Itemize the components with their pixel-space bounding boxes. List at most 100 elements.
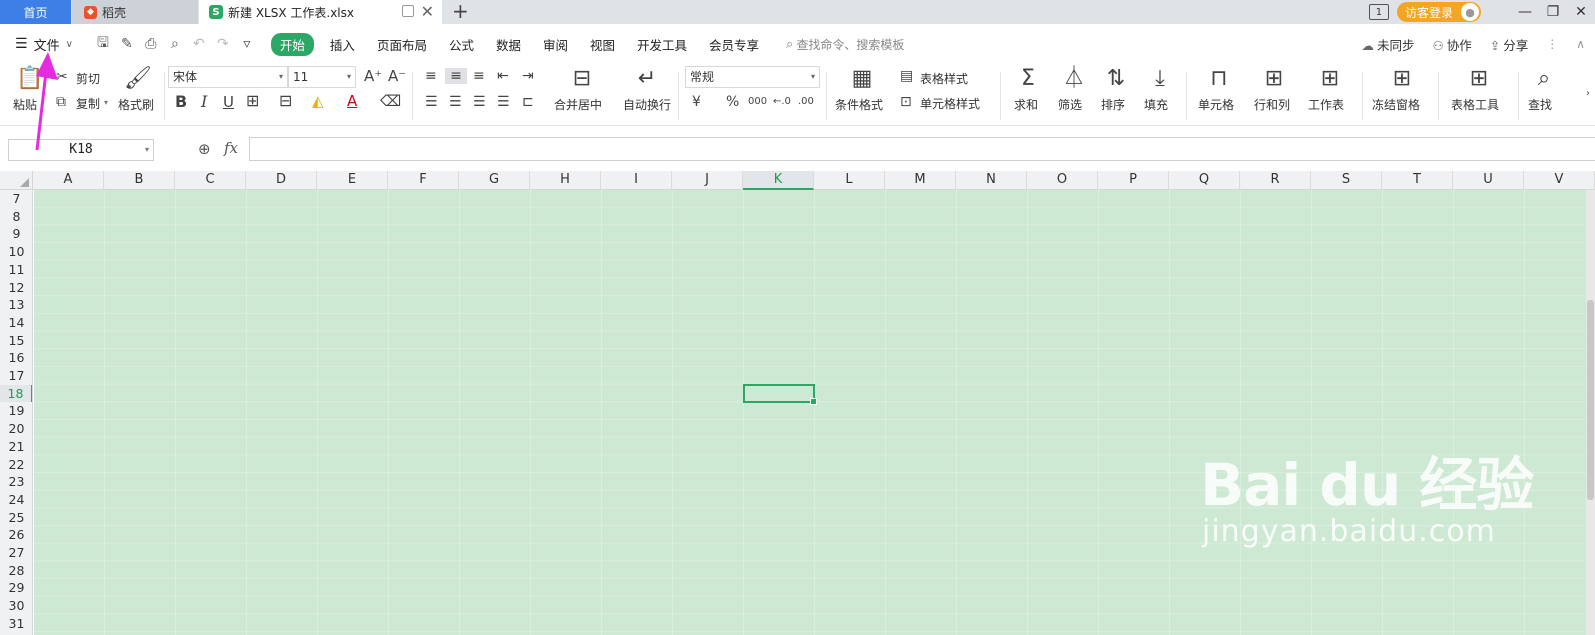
auto-wrap-button[interactable]: 自动换行 (623, 96, 671, 113)
column-header-o[interactable]: O (1027, 171, 1098, 190)
column-header-a[interactable]: A (33, 171, 104, 190)
column-header-n[interactable]: N (956, 171, 1027, 190)
column-header-k[interactable]: K (743, 171, 814, 190)
conditional-format-button[interactable]: 条件格式 (835, 96, 883, 113)
copy-dropdown-icon[interactable]: ▾ (104, 98, 108, 107)
tab-review[interactable]: 审阅 (543, 35, 568, 54)
tab-page-layout[interactable]: 页面布局 (377, 35, 427, 54)
row-header-29[interactable]: 29 (0, 579, 32, 597)
row-header-25[interactable]: 25 (0, 509, 32, 527)
format-painter-quick-icon[interactable]: ✎ (115, 36, 139, 52)
find-button[interactable]: 查找 (1528, 96, 1552, 113)
row-header-28[interactable]: 28 (0, 562, 32, 580)
scrollbar-thumb[interactable] (1587, 300, 1594, 500)
row-header-20[interactable]: 20 (0, 420, 32, 438)
vertical-scrollbar[interactable] (1586, 190, 1595, 635)
row-header-27[interactable]: 27 (0, 544, 32, 562)
column-header-m[interactable]: M (885, 171, 956, 190)
collaborate-button[interactable]: ⚇ 协作 (1432, 35, 1471, 54)
table-style-button[interactable]: 表格样式 (920, 70, 968, 87)
align-left-icon[interactable]: ☰ (425, 94, 438, 110)
thousands-separator-icon[interactable]: 000 (748, 94, 767, 110)
filter-button[interactable]: 筛选 (1058, 96, 1082, 113)
tab-member[interactable]: 会员专享 (709, 35, 759, 54)
tab-pin-icon[interactable] (402, 5, 414, 17)
tab-developer[interactable]: 开发工具 (637, 35, 687, 54)
zoom-search-icon[interactable]: ⊕ (198, 140, 211, 158)
row-header-24[interactable]: 24 (0, 491, 32, 509)
align-top-icon[interactable]: ≡ (425, 68, 437, 84)
italic-icon[interactable]: I (201, 94, 207, 110)
column-header-b[interactable]: B (104, 171, 175, 190)
row-header-18[interactable]: 18 (0, 384, 32, 403)
tab-data[interactable]: 数据 (496, 35, 521, 54)
row-header-11[interactable]: 11 (0, 261, 32, 279)
percent-icon[interactable]: % (726, 94, 739, 110)
column-header-p[interactable]: P (1098, 171, 1169, 190)
row-header-30[interactable]: 30 (0, 597, 32, 615)
fill-color-icon[interactable]: ◭ (312, 93, 324, 109)
row-header-8[interactable]: 8 (0, 208, 32, 226)
row-header-7[interactable]: 7 (0, 190, 32, 208)
cut-button[interactable]: 剪切 (76, 70, 100, 87)
select-all-corner[interactable] (0, 171, 33, 190)
selected-cell[interactable] (743, 383, 817, 406)
column-header-v[interactable]: V (1524, 171, 1595, 190)
freeze-panes-button[interactable]: 冻结窗格 (1372, 96, 1420, 113)
column-header-t[interactable]: T (1382, 171, 1453, 190)
eraser-icon[interactable]: ⌫ (380, 93, 401, 109)
row-header-14[interactable]: 14 (0, 314, 32, 332)
worksheet-button[interactable]: 工作表 (1308, 96, 1344, 113)
column-header-r[interactable]: R (1240, 171, 1311, 190)
command-search[interactable]: ⌕ 查找命令、搜索模板 (786, 36, 904, 53)
border-icon[interactable]: ⊞ (246, 93, 259, 109)
column-header-l[interactable]: L (814, 171, 885, 190)
indent-icon[interactable]: ⇥ (522, 68, 534, 84)
row-header-26[interactable]: 26 (0, 526, 32, 544)
close-window-icon[interactable]: ✕ (1567, 4, 1595, 20)
merge-center-button[interactable]: 合并居中 (554, 96, 602, 113)
decrease-decimal-icon[interactable]: .00 (798, 94, 814, 110)
share-button[interactable]: ⇪ 分享 (1490, 35, 1529, 54)
align-right-icon[interactable]: ☰ (473, 94, 486, 110)
copy-button[interactable]: 复制 (76, 95, 100, 112)
justify-icon[interactable]: ☰ (497, 94, 510, 110)
row-header-9[interactable]: 9 (0, 225, 32, 243)
fill-button[interactable]: 填充 (1144, 96, 1168, 113)
formula-input[interactable] (249, 137, 1595, 161)
format-painter-button[interactable]: 格式刷 (118, 96, 154, 113)
row-header-19[interactable]: 19 (0, 402, 32, 420)
underline-icon[interactable]: U (223, 94, 234, 110)
table-tools-button[interactable]: 表格工具 (1451, 96, 1499, 113)
font-color-icon[interactable]: A (347, 93, 357, 109)
tab-document[interactable]: S 新建 XLSX 工作表.xlsx ✕ (199, 0, 442, 24)
align-bottom-icon[interactable]: ≡ (473, 68, 485, 84)
column-header-h[interactable]: H (530, 171, 601, 190)
column-header-j[interactable]: J (672, 171, 743, 190)
column-header-s[interactable]: S (1311, 171, 1382, 190)
font-name-select[interactable]: 宋体 ▾ (168, 66, 288, 88)
collapse-ribbon-icon[interactable]: ∧ (1576, 37, 1585, 51)
cell-grid[interactable] (34, 190, 1595, 635)
tab-daoke[interactable]: ◆ 稻壳 (72, 0, 198, 24)
more-icon[interactable]: ⋮ (1546, 37, 1558, 51)
row-header-10[interactable]: 10 (0, 243, 32, 261)
column-header-g[interactable]: G (459, 171, 530, 190)
sync-status-button[interactable]: ☁ 未同步 (1361, 35, 1414, 54)
column-header-u[interactable]: U (1453, 171, 1524, 190)
font-size-select[interactable]: 11 ▾ (288, 66, 356, 88)
column-header-i[interactable]: I (601, 171, 672, 190)
print-preview-icon[interactable]: ⌕ (163, 36, 187, 52)
sort-button[interactable]: 排序 (1101, 96, 1125, 113)
row-header-22[interactable]: 22 (0, 456, 32, 474)
column-header-f[interactable]: F (388, 171, 459, 190)
distributed-align-icon[interactable]: ⊏ (522, 94, 534, 110)
window-box-icon[interactable]: 1 (1368, 4, 1389, 20)
column-header-q[interactable]: Q (1169, 171, 1240, 190)
tab-close-icon[interactable]: ✕ (421, 2, 434, 21)
visitor-login-button[interactable]: 访客登录 ● (1396, 2, 1481, 22)
row-header-17[interactable]: 17 (0, 367, 32, 385)
cell-border-style-icon[interactable]: ⊟ (279, 93, 292, 109)
row-header-21[interactable]: 21 (0, 438, 32, 456)
row-header-13[interactable]: 13 (0, 296, 32, 314)
